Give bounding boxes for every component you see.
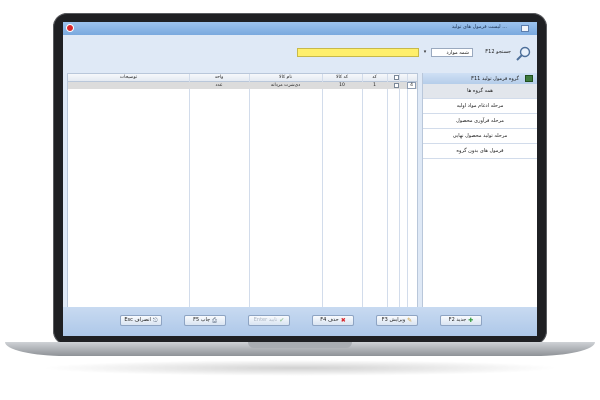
exit-icon: ⎋ — [152, 317, 158, 324]
group-panel-title: گروه فرمول تولید F11 — [471, 76, 519, 82]
row-indicator: 4 — [407, 82, 416, 89]
cancel-button-label: انصراف Esc — [124, 317, 151, 323]
search-field-select[interactable]: شمه موارد — [431, 48, 473, 57]
grid-divider — [322, 74, 323, 319]
row-checkbox[interactable] — [394, 83, 399, 88]
laptop-notch — [248, 342, 352, 348]
plus-icon: ✚ — [468, 317, 474, 324]
formula-grid: کد کد کالا نام کالا واحد توضیحات 4 1 10 … — [67, 73, 418, 320]
group-panel-header: گروه فرمول تولید F11 — [423, 73, 537, 84]
table-row[interactable]: 4 1 10 دی‌شرت مردانه عدد — [68, 82, 417, 89]
grid-divider — [362, 74, 363, 319]
cell-code: 1 — [373, 83, 376, 88]
edit-button-label: ویرایش F3 — [381, 317, 406, 323]
grid-divider — [189, 74, 190, 319]
confirm-button[interactable]: ✔تایید Enter — [248, 315, 290, 326]
group-item-final-production[interactable]: مرحله تولید محصول نهایی — [423, 129, 537, 144]
grid-divider — [249, 74, 250, 319]
grid-divider — [387, 74, 388, 319]
app-window: ... لیست فرمول های تولید جستجو F12 شمه م… — [63, 22, 537, 336]
laptop-mockup: ... لیست فرمول های تولید جستجو F12 شمه م… — [0, 0, 600, 400]
title-bar: ... لیست فرمول های تولید — [63, 22, 537, 35]
delete-icon: ✖ — [340, 317, 346, 324]
group-item-ungrouped[interactable]: فرمول های بدون گروه — [423, 144, 537, 159]
printer-icon: ⎙ — [212, 317, 217, 324]
check-icon: ✔ — [279, 317, 285, 324]
delete-button-label: حذف F4 — [320, 317, 339, 323]
search-icon[interactable] — [515, 46, 531, 62]
cell-item-name: دی‌شرت مردانه — [270, 83, 301, 88]
cell-item-code: 10 — [339, 83, 345, 88]
cancel-button[interactable]: ⎋انصراف Esc — [120, 315, 162, 326]
cell-unit: عدد — [215, 83, 223, 88]
group-panel: گروه فرمول تولید F11 همه گروه ها مرحله ا… — [422, 73, 537, 307]
grid-divider — [399, 74, 400, 319]
app-icon — [521, 25, 529, 32]
col-header-unit[interactable]: واحد — [189, 75, 249, 80]
close-icon[interactable] — [66, 24, 74, 32]
new-button-label: جدید F2 — [448, 317, 467, 323]
confirm-button-label: تایید Enter — [253, 317, 278, 323]
pencil-icon: ✎ — [407, 317, 413, 324]
search-toolbar: جستجو F12 شمه موارد ▾ — [63, 35, 537, 73]
new-button[interactable]: ✚جدید F2 — [440, 315, 482, 326]
select-all-checkbox[interactable] — [394, 75, 399, 80]
col-header-code[interactable]: کد — [362, 75, 387, 80]
chevron-down-icon[interactable]: ▾ — [421, 48, 429, 57]
delete-button[interactable]: ✖حذف F4 — [312, 315, 354, 326]
col-header-notes[interactable]: توضیحات — [68, 75, 189, 80]
window-title: ... لیست فرمول های تولید — [451, 24, 507, 30]
search-input[interactable] — [297, 48, 419, 57]
col-header-item-name[interactable]: نام کالا — [249, 75, 322, 80]
print-button[interactable]: ⎙چاپ F5 — [184, 315, 226, 326]
group-item-processing[interactable]: مرحله فرآوری محصول — [423, 114, 537, 129]
search-label: جستجو F12 — [485, 49, 511, 55]
print-button-label: چاپ F5 — [193, 317, 211, 323]
group-item-all[interactable]: همه گروه ها — [423, 84, 537, 99]
group-item-raw-mixing[interactable]: مرحله ادغام مواد اولیه — [423, 99, 537, 114]
action-bar: ✚جدید F2 ✎ویرایش F3 ✖حذف F4 ✔تایید Enter… — [63, 307, 537, 336]
col-header-item-code[interactable]: کد کالا — [322, 75, 362, 80]
edit-button[interactable]: ✎ویرایش F3 — [376, 315, 418, 326]
grid-divider — [407, 74, 408, 319]
grid-icon — [525, 75, 533, 82]
laptop-shadow — [40, 360, 560, 376]
